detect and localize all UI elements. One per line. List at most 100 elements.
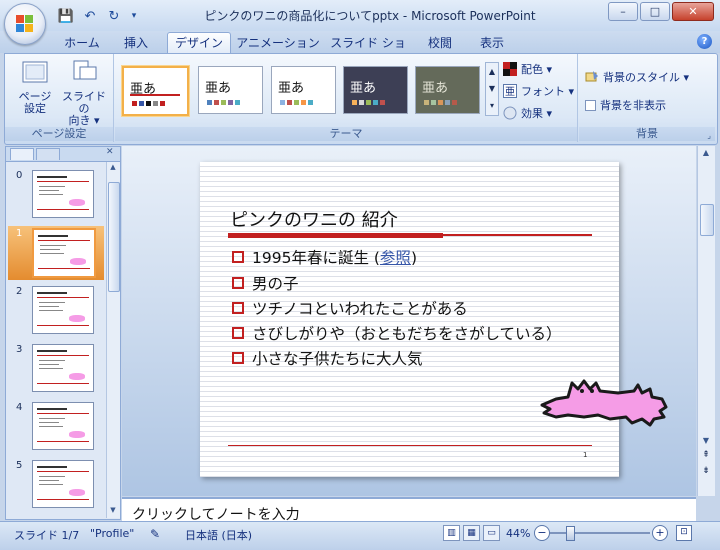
theme-sample-text: 亜あ (205, 81, 232, 96)
bullet-text: 男の子 (252, 275, 299, 293)
thumbnail-number: 3 (16, 344, 23, 355)
tab-insert[interactable]: 挿入 (116, 33, 156, 53)
theme-thumbnail[interactable]: 亜あ (122, 66, 189, 116)
close-button[interactable]: ✕ (672, 2, 714, 21)
bullet-square-icon (232, 327, 244, 339)
slide-thumbnail[interactable] (32, 286, 94, 334)
slide-scrollbar[interactable]: ▲ ▼ ⇞ ⇟ (697, 146, 715, 496)
scroll-up-icon[interactable]: ▲ (108, 163, 118, 173)
language-indicator[interactable]: 日本語 (日本) (185, 527, 252, 543)
save-icon[interactable]: 💾 (56, 6, 76, 26)
checkbox-icon (585, 99, 596, 111)
outline-tab-icon[interactable] (36, 148, 60, 160)
themes-scroll[interactable]: ▲ ▼ ▾ (485, 62, 499, 116)
tab-home[interactable]: ホーム (58, 33, 106, 53)
slides-tab-icon[interactable] (10, 148, 34, 160)
background-styles-button[interactable]: 背景のスタイル ▾ (585, 68, 689, 86)
hide-background-checkbox[interactable]: 背景を非表示 (585, 96, 666, 114)
theme-fonts-icon: 亜 (503, 84, 517, 98)
theme-sample-text: 亜あ (278, 81, 305, 96)
status-bar: スライド 1/7 "Profile" ✎ 日本語 (日本) ▥ ▦ ▭ 44% … (0, 521, 720, 550)
scroll-down-icon[interactable]: ▼ (700, 436, 712, 446)
thumbnails-scrollbar[interactable]: ▲ ▼ (106, 162, 120, 518)
bullet-item[interactable]: 男の子 (232, 272, 299, 294)
undo-icon[interactable]: ↶ (80, 6, 100, 26)
maximize-button[interactable]: □ (640, 2, 670, 21)
bullet-item[interactable]: さびしがりや（おともだちをさがしている） (232, 322, 562, 344)
next-slide-icon[interactable]: ⇟ (700, 466, 712, 480)
zoom-slider-track[interactable] (550, 532, 650, 534)
fit-to-window-icon[interactable]: ⊡ (676, 525, 692, 541)
tab-design[interactable]: デザイン (167, 32, 231, 53)
current-slide[interactable]: ピンクのワニの 紹介 1995年春に誕生 (参照) 男の子 ツチノコといわれたこ… (200, 162, 619, 477)
tab-slideshow[interactable]: スライド ショー (328, 33, 408, 70)
scroll-thumb[interactable] (108, 182, 120, 292)
slide-thumbnail[interactable] (32, 460, 94, 508)
theme-sample-text: 亜あ (422, 81, 449, 96)
page-setup-icon (22, 61, 48, 83)
scroll-up-icon[interactable]: ▲ (700, 148, 712, 160)
minimize-button[interactable]: – (608, 2, 638, 21)
bullet-text: 小さな子供たちに大人気 (252, 350, 423, 368)
slide-sorter-icon[interactable]: ▦ (463, 525, 480, 541)
close-pane-icon[interactable]: ✕ (106, 147, 114, 157)
slide-thumbnail[interactable] (32, 228, 96, 278)
bullet-item[interactable]: 小さな子供たちに大人気 (232, 347, 423, 369)
tab-animation[interactable]: アニメーション (236, 33, 320, 53)
theme-colors-label: 配色 ▾ (521, 63, 553, 76)
thumbnail-number: 2 (16, 286, 23, 297)
slide-thumbnail[interactable] (32, 402, 94, 450)
scroll-down-icon[interactable]: ▼ (108, 506, 118, 516)
themes-group-label: テーマ (115, 127, 577, 141)
theme-colors-button[interactable]: 配色 ▾ (503, 60, 552, 78)
dialog-launcher-icon[interactable]: ⌟ (707, 131, 711, 140)
ribbon-tabs: ホーム 挿入 デザイン アニメーション スライド ショー 校閲 表示 ? (0, 31, 720, 70)
slide-thumbnail[interactable] (32, 170, 94, 218)
bullet-square-icon (232, 251, 244, 263)
thumbnail-number: 5 (16, 460, 23, 471)
help-icon[interactable]: ? (697, 34, 712, 49)
slides-pane: ✕ 0 1 2 3 4 5 ▲ ▼ (5, 146, 121, 520)
notes-pane[interactable]: クリックしてノートを入力 (122, 497, 696, 523)
scroll-thumb[interactable] (700, 204, 714, 236)
normal-view-icon[interactable]: ▥ (443, 525, 460, 541)
tab-review[interactable]: 校閲 (420, 33, 460, 53)
bullet-item[interactable]: ツチノコといわれたことがある (232, 297, 468, 319)
theme-colors-icon (503, 62, 517, 76)
bullet-item[interactable]: 1995年春に誕生 (参照) (232, 246, 417, 268)
spellcheck-icon[interactable]: ✎ (150, 527, 160, 541)
slide-orientation-icon (73, 60, 97, 80)
zoom-in-button[interactable]: + (652, 525, 668, 541)
slide-orientation-button[interactable]: スライドの 向き ▾ (57, 60, 111, 127)
redo-icon[interactable]: ↻ (104, 6, 124, 26)
theme-thumbnail[interactable]: 亜あ (415, 66, 480, 114)
window-controls: – □ ✕ (608, 2, 714, 21)
theme-effects-icon (503, 106, 517, 120)
previous-slide-icon[interactable]: ⇞ (700, 450, 712, 464)
slide-thumbnail[interactable] (32, 344, 94, 392)
theme-fonts-button[interactable]: 亜 フォント ▾ (503, 82, 574, 100)
thumbnail-number: 4 (16, 402, 23, 413)
zoom-out-button[interactable]: − (534, 525, 550, 541)
bullet-square-icon (232, 277, 244, 289)
zoom-slider-thumb[interactable] (566, 526, 575, 541)
reference-link[interactable]: 参照 (380, 249, 411, 267)
page-setup-button[interactable]: ページ 設定 (11, 60, 59, 115)
footer-line (228, 445, 592, 446)
slide-title[interactable]: ピンクのワニの 紹介 (230, 206, 398, 232)
background-styles-icon (585, 71, 598, 82)
office-button[interactable] (4, 3, 46, 45)
theme-name: "Profile" (90, 527, 135, 540)
theme-thumbnail[interactable]: 亜あ (198, 66, 263, 114)
page-setup-group-label: ページ設定 (5, 127, 113, 141)
hide-background-label: 背景を非表示 (600, 99, 666, 112)
pink-crocodile-image[interactable] (538, 373, 670, 427)
theme-effects-button[interactable]: 効果 ▾ (503, 104, 552, 122)
zoom-level[interactable]: 44% (506, 527, 530, 540)
slideshow-icon[interactable]: ▭ (483, 525, 500, 541)
theme-thumbnail[interactable]: 亜あ (343, 66, 408, 114)
slide-orientation-label-1: スライドの (62, 90, 106, 115)
theme-thumbnail[interactable]: 亜あ (271, 66, 336, 114)
customize-qat-icon[interactable]: ▾ (128, 6, 140, 26)
tab-view[interactable]: 表示 (472, 33, 512, 53)
